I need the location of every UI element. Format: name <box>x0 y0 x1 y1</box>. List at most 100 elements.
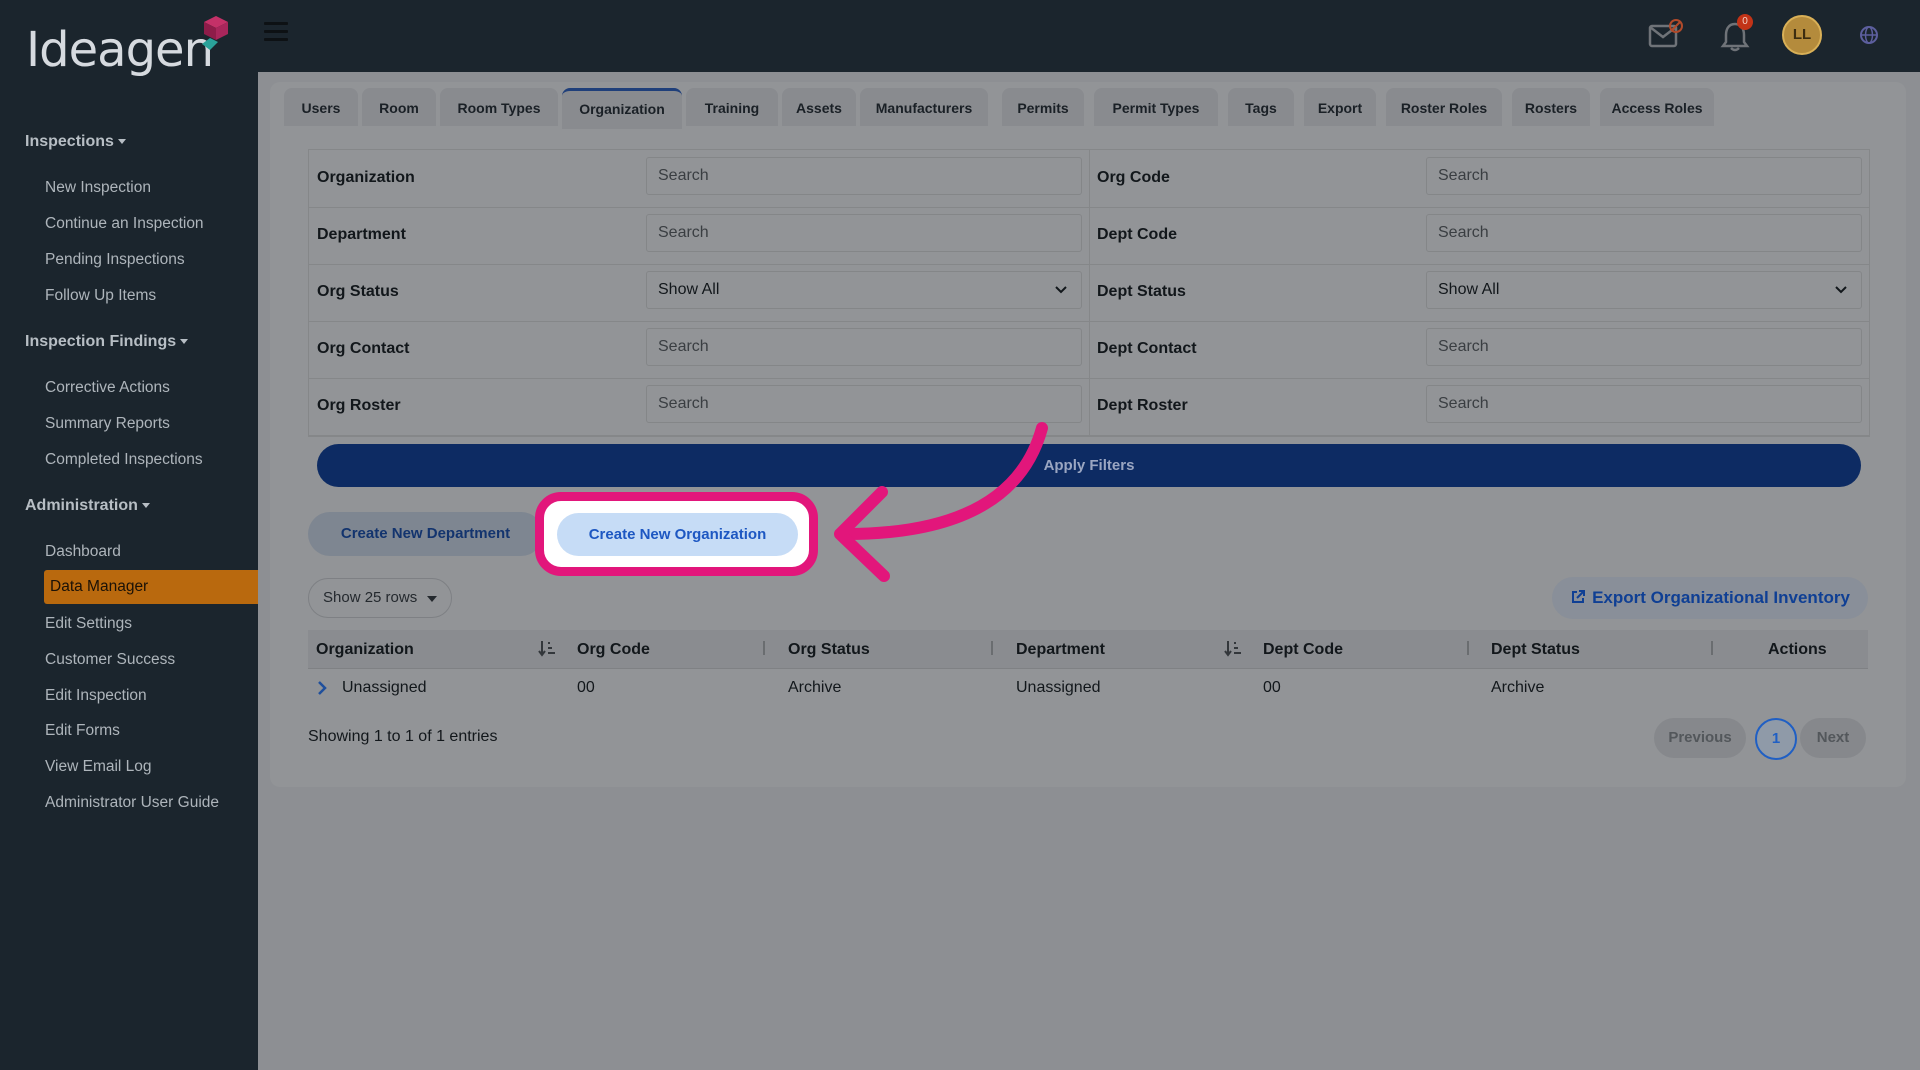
chevron-down-icon <box>1055 286 1067 294</box>
nav-item-data-manager[interactable]: Data Manager <box>44 570 258 604</box>
nav-section-administration[interactable]: Administration <box>25 497 150 515</box>
organization-search-input[interactable] <box>646 157 1082 195</box>
globe-icon[interactable] <box>1859 25 1879 45</box>
dept-status-select[interactable]: Show All <box>1426 271 1862 309</box>
nav-item-new-inspection[interactable]: New Inspection <box>45 179 151 197</box>
nav-item-corrective-actions[interactable]: Corrective Actions <box>45 379 170 397</box>
tab-rosters[interactable]: Rosters <box>1512 88 1590 126</box>
sort-icon[interactable] <box>1708 639 1716 657</box>
column-header-org-code[interactable]: Org Code <box>577 641 650 659</box>
chevron-right-icon[interactable] <box>316 680 328 696</box>
filter-label-dept-contact: Dept Contact <box>1097 340 1197 357</box>
caret-down-icon <box>141 503 150 509</box>
next-page-button[interactable]: Next <box>1800 718 1866 758</box>
column-header-dept-status[interactable]: Dept Status <box>1491 641 1580 659</box>
user-avatar[interactable]: LL <box>1782 15 1822 55</box>
create-organization-button[interactable]: Create New Organization <box>557 513 798 556</box>
logo-cube-icon <box>202 16 228 50</box>
filter-label-org-contact: Org Contact <box>317 340 410 357</box>
arrow-icon <box>834 422 1048 582</box>
nav-section-findings[interactable]: Inspection Findings <box>25 333 189 351</box>
rows-per-page-value: Show 25 rows <box>323 589 418 606</box>
nav-section-label: Inspection Findings <box>25 333 177 350</box>
sort-icon[interactable] <box>988 639 996 657</box>
tab-export[interactable]: Export <box>1304 88 1376 126</box>
tab-organization[interactable]: Organization <box>562 88 682 129</box>
tab-users[interactable]: Users <box>284 88 358 126</box>
nav-item-continue-inspection[interactable]: Continue an Inspection <box>45 215 204 233</box>
filter-row: Org Status Show All Dept Status Show All <box>309 264 1869 322</box>
nav-section-inspections[interactable]: Inspections <box>25 133 126 151</box>
tab-tags[interactable]: Tags <box>1228 88 1294 126</box>
org-code-search-input[interactable] <box>1426 157 1862 195</box>
filter-label-dept-status: Dept Status <box>1097 283 1186 300</box>
org-status-value: Show All <box>658 281 720 298</box>
tab-access-roles[interactable]: Access Roles <box>1600 88 1714 126</box>
org-status-select[interactable]: Show All <box>646 271 1082 309</box>
tab-manufacturers[interactable]: Manufacturers <box>860 88 988 126</box>
filter-row: Org Roster Dept Roster <box>309 378 1869 436</box>
tab-room-types[interactable]: Room Types <box>440 88 558 126</box>
caret-down-icon <box>427 596 437 602</box>
tab-permit-types[interactable]: Permit Types <box>1094 88 1218 126</box>
dept-contact-search-input[interactable] <box>1426 328 1862 366</box>
nav-item-admin-guide[interactable]: Administrator User Guide <box>45 794 219 812</box>
cell-organization: Unassigned <box>342 679 427 696</box>
org-roster-search-input[interactable] <box>646 385 1082 423</box>
filter-row: Department Dept Code <box>309 207 1869 265</box>
dept-roster-search-input[interactable] <box>1426 385 1862 423</box>
nav-item-email-log[interactable]: View Email Log <box>45 758 152 776</box>
sort-icon[interactable] <box>760 639 768 657</box>
table-header: Organization Org Code Org Status Departm… <box>308 630 1868 669</box>
nav-item-completed-inspections[interactable]: Completed Inspections <box>45 451 203 469</box>
nav-item-customer-success[interactable]: Customer Success <box>45 651 175 669</box>
filter-row: Org Contact Dept Contact <box>309 321 1869 379</box>
nav-section-label: Inspections <box>25 133 114 150</box>
nav-item-edit-inspection[interactable]: Edit Inspection <box>45 687 147 705</box>
department-search-input[interactable] <box>646 214 1082 252</box>
apply-filters-button[interactable]: Apply Filters <box>317 444 1861 487</box>
tab-room[interactable]: Room <box>362 88 436 126</box>
nav-item-edit-settings[interactable]: Edit Settings <box>45 615 132 633</box>
cell-org-status: Archive <box>788 679 842 696</box>
cell-dept-status: Archive <box>1491 679 1545 696</box>
export-label: Export Organizational Inventory <box>1592 588 1850 607</box>
table-row[interactable]: Unassigned 00 Archive Unassigned 00 Arch… <box>308 669 1868 707</box>
create-department-button[interactable]: Create New Department <box>308 512 543 556</box>
dept-code-search-input[interactable] <box>1426 214 1862 252</box>
nav-item-follow-up[interactable]: Follow Up Items <box>45 287 156 305</box>
column-header-actions: Actions <box>1768 641 1827 658</box>
page-number-button[interactable]: 1 <box>1755 718 1797 760</box>
mail-icon[interactable] <box>1648 18 1684 50</box>
tab-roster-roles[interactable]: Roster Roles <box>1386 88 1502 126</box>
sort-icon[interactable] <box>538 639 556 657</box>
filter-table: Organization Org Code Department Dept Co… <box>308 149 1870 437</box>
nav-item-summary-reports[interactable]: Summary Reports <box>45 415 170 433</box>
nav-item-dashboard[interactable]: Dashboard <box>45 543 121 561</box>
sidebar: Ideagen Inspections New Inspection Conti… <box>0 0 258 1070</box>
menu-icon[interactable] <box>264 22 288 42</box>
previous-page-button[interactable]: Previous <box>1654 718 1746 758</box>
column-header-org-status[interactable]: Org Status <box>788 641 870 659</box>
nav-item-pending-inspections[interactable]: Pending Inspections <box>45 251 185 269</box>
nav-item-edit-forms[interactable]: Edit Forms <box>45 722 120 740</box>
tab-training[interactable]: Training <box>686 88 778 126</box>
sort-icon[interactable] <box>1224 639 1242 657</box>
chevron-down-icon <box>1835 286 1847 294</box>
rows-per-page-select[interactable]: Show 25 rows <box>308 578 452 618</box>
nav-section-label: Administration <box>25 497 138 514</box>
tab-assets[interactable]: Assets <box>782 88 856 126</box>
column-header-department[interactable]: Department <box>1016 641 1105 659</box>
filter-label-org-roster: Org Roster <box>317 397 401 414</box>
sort-icon[interactable] <box>1464 639 1472 657</box>
export-inventory-button[interactable]: Export Organizational Inventory <box>1552 577 1868 619</box>
filter-label-org-status: Org Status <box>317 283 399 300</box>
column-header-dept-code[interactable]: Dept Code <box>1263 641 1343 659</box>
table-info: Showing 1 to 1 of 1 entries <box>308 728 498 745</box>
cell-department: Unassigned <box>1016 679 1101 696</box>
column-header-organization[interactable]: Organization <box>316 641 414 659</box>
tab-permits[interactable]: Permits <box>1002 88 1084 126</box>
org-contact-search-input[interactable] <box>646 328 1082 366</box>
filter-label-department: Department <box>317 226 406 243</box>
filter-row: Organization Org Code <box>309 150 1869 208</box>
